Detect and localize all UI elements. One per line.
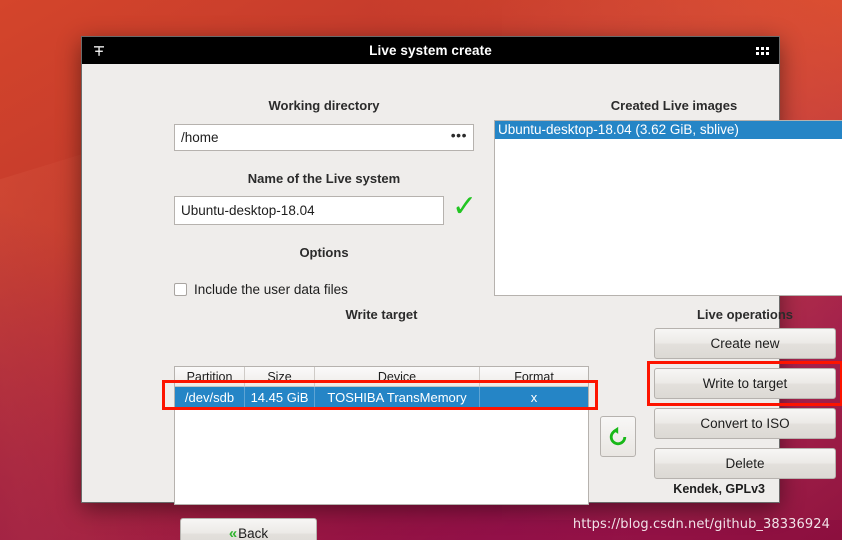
created-live-images-label: Created Live images bbox=[610, 98, 738, 113]
grid-dots-icon[interactable] bbox=[751, 40, 773, 62]
convert-to-iso-button[interactable]: Convert to ISO bbox=[654, 408, 836, 439]
cell-partition: /dev/sdb bbox=[175, 387, 245, 408]
desktop-background: Live system create Working directory /ho… bbox=[0, 0, 842, 540]
created-live-images-list[interactable]: Ubuntu-desktop-18.04 (3.62 GiB, sblive) bbox=[494, 120, 842, 296]
back-button-label: Back bbox=[238, 526, 269, 540]
cell-format: x bbox=[530, 390, 538, 405]
green-checkmark-icon: ✓ bbox=[452, 190, 478, 223]
table-row[interactable]: /dev/sdb 14.45 GiB TOSHIBA TransMemory x bbox=[175, 387, 588, 408]
column-header-size[interactable]: Size bbox=[245, 367, 315, 386]
write-target-label: Write target bbox=[345, 307, 418, 322]
cell-size: 14.45 GiB bbox=[245, 387, 315, 408]
refresh-circular-arrow-icon bbox=[609, 426, 627, 445]
working-directory-value: /home bbox=[181, 130, 219, 145]
include-user-data-files-checkbox[interactable] bbox=[174, 283, 187, 296]
list-item[interactable]: Ubuntu-desktop-18.04 (3.62 GiB, sblive) bbox=[495, 121, 842, 139]
watermark-url: https://blog.csdn.net/github_38336924 bbox=[572, 517, 830, 532]
back-button[interactable]: « Back bbox=[180, 518, 317, 540]
write-target-table[interactable]: Partition Size Device Format /dev/sdb 14… bbox=[174, 366, 589, 505]
include-user-data-files-label: Include the user data files bbox=[194, 282, 348, 297]
include-user-data-files-row[interactable]: Include the user data files bbox=[174, 282, 348, 297]
table-header-row: Partition Size Device Format bbox=[175, 367, 588, 387]
live-system-name-input[interactable]: Ubuntu-desktop-18.04 bbox=[174, 196, 444, 225]
column-header-partition[interactable]: Partition bbox=[175, 367, 245, 386]
working-directory-browse-button[interactable]: ••• bbox=[451, 128, 467, 144]
working-directory-label: Working directory bbox=[268, 98, 380, 113]
window-client-area: Working directory /home ••• Name of the … bbox=[82, 64, 842, 540]
double-chevron-left-icon: « bbox=[228, 525, 238, 540]
column-header-format[interactable]: Format bbox=[480, 367, 588, 386]
options-label: Options bbox=[299, 245, 349, 260]
cell-device: TOSHIBA TransMemory bbox=[315, 387, 480, 408]
window-menu-icon[interactable] bbox=[88, 40, 110, 62]
window-titlebar: Live system create bbox=[82, 37, 779, 64]
working-directory-input[interactable]: /home ••• bbox=[174, 124, 474, 151]
create-new-button[interactable]: Create new bbox=[654, 328, 836, 359]
name-of-live-system-label: Name of the Live system bbox=[247, 171, 401, 186]
column-header-device[interactable]: Device bbox=[315, 367, 480, 386]
delete-button[interactable]: Delete bbox=[654, 448, 836, 479]
credit-text: Kendek, GPLv3 bbox=[673, 482, 765, 496]
refresh-devices-button[interactable] bbox=[600, 416, 636, 457]
write-to-target-button[interactable]: Write to target bbox=[654, 368, 836, 399]
live-operations-label: Live operations bbox=[696, 307, 794, 322]
live-system-name-value: Ubuntu-desktop-18.04 bbox=[181, 203, 315, 218]
live-system-create-window: Live system create Working directory /ho… bbox=[81, 36, 842, 540]
window-title: Live system create bbox=[369, 43, 492, 58]
